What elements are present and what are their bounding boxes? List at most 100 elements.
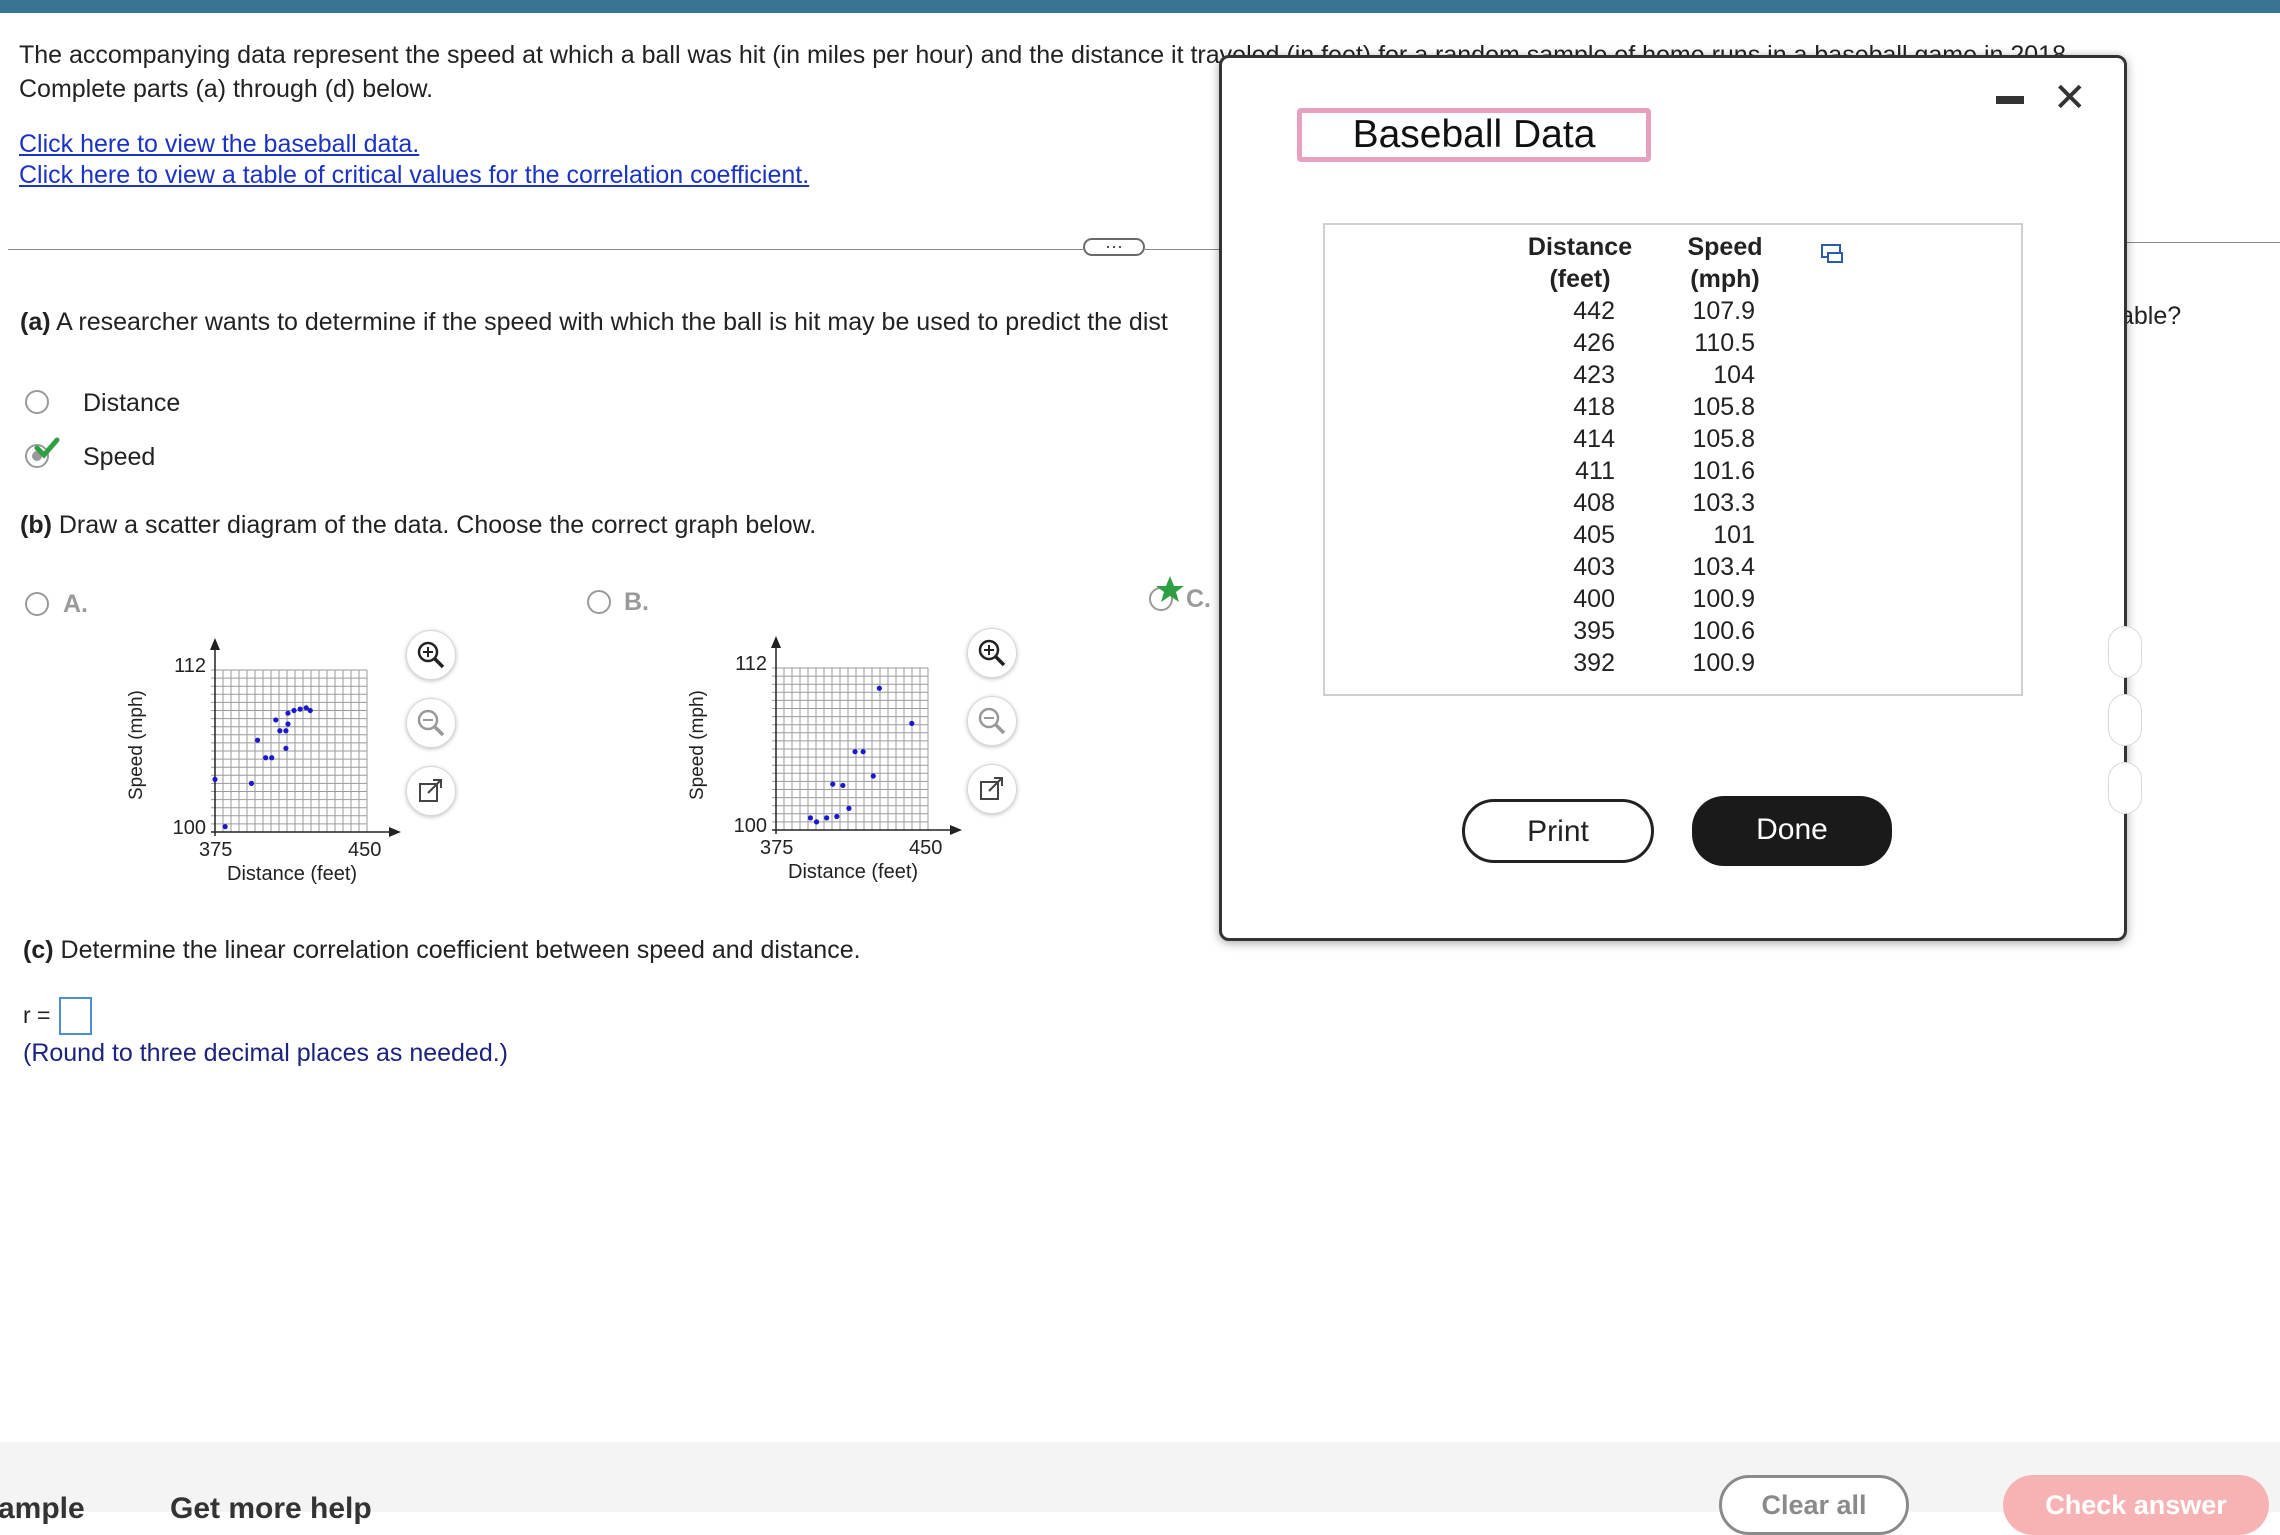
graph-b-y-top: 112 — [735, 653, 767, 675]
print-button[interactable]: Print — [1462, 799, 1654, 863]
graph-c-open-external-button[interactable] — [2108, 762, 2142, 814]
option-distance-label: Distance — [83, 389, 181, 417]
data-point — [307, 707, 313, 714]
radio-graph-a[interactable] — [25, 592, 49, 616]
data-point — [254, 737, 261, 743]
graph-a-zoom-in-button[interactable] — [406, 630, 456, 680]
cell-distance: 395 — [1573, 617, 1615, 645]
cell-speed: 100.9 — [1692, 649, 1755, 677]
data-point — [222, 824, 228, 830]
top-header-bar — [0, 0, 2280, 13]
graph-b-zoom-out-button[interactable] — [967, 696, 1017, 746]
r-answer-input[interactable] — [59, 997, 92, 1035]
expand-divider-handle[interactable]: ··· — [1083, 237, 1145, 256]
cell-speed: 100.9 — [1692, 585, 1755, 613]
part-c-text: Determine the linear correlation coeffic… — [60, 936, 861, 964]
part-b-question: (b) Draw a scatter diagram of the data. … — [20, 511, 816, 540]
graph-b-y-bottom: 100 — [733, 815, 767, 837]
part-b-text: Draw a scatter diagram of the data. Choo… — [58, 511, 817, 539]
graph-a-xlabel: Distance (feet) — [227, 863, 358, 885]
graph-b-xlabel: Distance (feet) — [788, 861, 919, 883]
x-axis-arrow — [950, 825, 962, 835]
cell-distance: 403 — [1573, 553, 1615, 581]
baseball-data-dialog: Baseball Data ✕ Distance (feet) Speed (m… — [1219, 55, 2127, 941]
check-answer-button[interactable]: Check answer — [2003, 1475, 2269, 1535]
y-axis-arrow — [210, 638, 220, 650]
column-header-speed-line1: Speed — [1687, 233, 1763, 261]
data-point — [840, 782, 846, 789]
external-link-icon — [419, 779, 442, 802]
part-a-label: (a) — [20, 308, 51, 336]
cell-distance: 408 — [1573, 489, 1615, 517]
data-point — [283, 745, 289, 751]
graph-a-y-bottom: 100 — [172, 817, 206, 839]
footer-example-link[interactable]: ample — [0, 1492, 85, 1526]
column-header-distance-line2: (feet) — [1549, 265, 1611, 293]
section-divider-far-right — [2120, 242, 2280, 243]
close-button[interactable]: ✕ — [2053, 78, 2087, 118]
external-link-icon — [980, 777, 1003, 800]
done-button[interactable]: Done — [1692, 796, 1892, 866]
copy-table-icon[interactable] — [1820, 243, 1846, 265]
column-header-distance: Distance (feet) — [1515, 231, 1645, 295]
clear-all-button[interactable]: Clear all — [1719, 1475, 1909, 1535]
cell-distance: 411 — [1575, 457, 1615, 485]
cell-speed: 105.8 — [1692, 425, 1755, 453]
graph-b-open-external-button[interactable] — [967, 764, 1017, 814]
cell-speed: 104 — [1713, 361, 1755, 389]
correct-star-icon — [1156, 576, 1184, 602]
graph-b-zoom-in-button[interactable] — [967, 628, 1017, 678]
data-point — [830, 781, 836, 787]
rounding-hint: (Round to three decimal places as needed… — [23, 1039, 509, 1067]
dialog-title: Baseball Data — [1297, 108, 1651, 162]
footer-bar: ample Get more help Clear all Check answ… — [0, 1442, 2280, 1535]
data-point — [813, 819, 820, 825]
data-point — [807, 815, 814, 821]
cell-speed: 100.6 — [1692, 617, 1755, 645]
part-a-text-tail: able? — [2120, 302, 2182, 330]
column-header-speed-line2: (mph) — [1690, 265, 1760, 293]
graph-c-zoom-in-button[interactable] — [2108, 626, 2142, 678]
zoom-in-icon — [978, 639, 1006, 667]
radio-distance[interactable] — [25, 390, 49, 414]
graph-a-x-left: 375 — [199, 839, 233, 861]
graph-a-y-top: 112 — [174, 655, 206, 677]
data-point — [248, 780, 255, 786]
graph-a-ylabel: Speed (mph) — [126, 690, 147, 800]
graph-a-x-right: 450 — [348, 839, 382, 861]
y-axis-arrow — [771, 636, 781, 648]
part-c-label: (c) — [23, 936, 54, 964]
minimize-button[interactable] — [1996, 96, 2024, 104]
cell-speed: 105.8 — [1692, 393, 1755, 421]
graph-b-ylabel: Speed (mph) — [687, 690, 708, 800]
data-point — [834, 813, 840, 820]
data-point — [909, 720, 915, 726]
data-point — [212, 776, 218, 782]
part-a-text: A researcher wants to determine if the s… — [56, 308, 1168, 336]
footer-more-help-link[interactable]: Get more help — [170, 1492, 372, 1526]
cell-distance: 400 — [1573, 585, 1615, 613]
correct-check-icon — [34, 437, 60, 459]
data-point — [273, 717, 279, 723]
cell-speed: 101.6 — [1692, 457, 1755, 485]
cell-distance: 414 — [1573, 425, 1615, 453]
graph-c-option-label: C. — [1186, 585, 1211, 613]
data-point — [283, 728, 289, 734]
graph-b-x-right: 450 — [909, 837, 943, 859]
data-point — [263, 755, 269, 761]
data-point — [852, 749, 858, 755]
data-table: Distance (feet) Speed (mph) 442 107.9 426 1… — [1323, 223, 2023, 696]
baseball-data-link[interactable]: Click here to view the baseball data. — [19, 130, 419, 159]
cell-speed: 101 — [1713, 521, 1755, 549]
graph-c-zoom-out-button[interactable] — [2108, 694, 2142, 746]
graph-a-open-external-button[interactable] — [406, 766, 456, 816]
cell-distance: 392 — [1573, 649, 1615, 677]
option-speed-label: Speed — [83, 443, 156, 471]
cell-speed: 103.3 — [1692, 489, 1755, 517]
cell-speed: 110.5 — [1694, 329, 1755, 357]
graph-a-zoom-out-button[interactable] — [406, 698, 456, 748]
radio-graph-b[interactable] — [587, 590, 611, 614]
critical-values-link[interactable]: Click here to view a table of critical v… — [19, 161, 809, 190]
data-point — [846, 805, 852, 811]
x-axis-arrow — [389, 827, 401, 837]
